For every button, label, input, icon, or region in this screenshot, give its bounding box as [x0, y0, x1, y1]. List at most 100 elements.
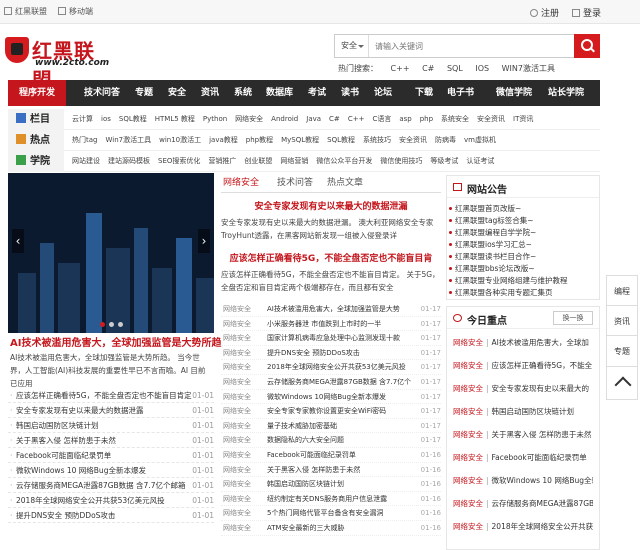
list-item-title[interactable]: 云存储服务商MEGA泄露87GB数据 含7.7亿个邮箱 [10, 478, 185, 492]
focus-item[interactable]: 网络安全 | Facebook可能面临纪录罚单 [453, 452, 593, 463]
login-link[interactable]: 登录 [572, 6, 601, 19]
focus-item-title[interactable]: 关于黑客入侵 怎样防患于未然 [492, 430, 592, 439]
list-item-category[interactable]: 网络安全 [223, 360, 251, 374]
list-item[interactable]: 微软Windows 10 网络Bug全新本爆发 01-01 [8, 463, 214, 478]
list-item[interactable]: 网络安全 量子技术威胁加密基础 01-17 [221, 419, 441, 434]
list-item-category[interactable]: 网络安全 [223, 506, 251, 520]
category-link[interactable]: 云计算 [72, 115, 93, 123]
list-item-title[interactable]: 2018年全球网络安全公开共获53亿美元风投 [267, 360, 406, 374]
focus-item-title[interactable]: 云存储服务商MEGA泄露87GB [492, 499, 593, 508]
side-tool-programming[interactable]: 编程 [606, 275, 638, 309]
focus-item[interactable]: 网络安全 | AI技术被滥用危害大，全球加 [453, 337, 593, 348]
list-item[interactable]: 网络安全 提升DNS安全 预防DDoS攻击 01-17 [221, 346, 441, 361]
list-item[interactable]: 安全专家发现有史以来最大的数据泄露 01-01 [8, 403, 214, 418]
slider-dot[interactable] [117, 322, 123, 327]
focus-item[interactable]: 网络安全 | 云存储服务商MEGA泄露87GB [453, 498, 593, 509]
mobile-link[interactable]: 移动端 [58, 6, 93, 17]
notice-item[interactable]: 红黑联盟各种实用专题汇集页 [449, 287, 553, 298]
list-item[interactable]: 网络安全 安全专家专家教你设置更安全WiFi密码 01-17 [221, 404, 441, 419]
nav-item-system[interactable]: 系统 [234, 80, 252, 106]
list-item-title[interactable]: AI技术被滥用危害大，全球加强监管是大势 [267, 302, 400, 316]
focus-item-category[interactable]: 网络安全 [453, 407, 483, 416]
list-item-category[interactable]: 网络安全 [223, 521, 251, 535]
list-item[interactable]: 关于黑客入侵 怎样防患于未然 01-01 [8, 433, 214, 448]
list-item-title[interactable]: 韩国启动国防区块链计划 [267, 477, 344, 491]
category-link[interactable]: 建站源码模板 [108, 157, 150, 165]
list-item[interactable]: 网络安全 5个热门网络代管平台备含有安全漏洞 01-16 [221, 506, 441, 521]
notice-item[interactable]: 红黑联盟bbs论坛改版~ [449, 263, 535, 274]
slider-dot[interactable] [99, 322, 105, 327]
list-item-category[interactable]: 网络安全 [223, 404, 251, 418]
focus-item-title[interactable]: 安全专家发现有史以来最大的 [492, 384, 590, 393]
list-item-title[interactable]: 量子技术威胁加密基础 [267, 419, 337, 433]
search-button[interactable] [574, 34, 600, 58]
list-item-title[interactable]: 云存储服务商MEGA泄露87GB数据 含7.7亿个 [267, 375, 411, 389]
list-item[interactable]: 网络安全 关于黑客入侵 怎样防患于未然 01-16 [221, 463, 441, 478]
category-link[interactable]: HTML5 教程 [155, 115, 195, 123]
list-item-title[interactable]: Facebook可能面临纪录罚单 [10, 448, 111, 462]
slider-next-button[interactable]: › [198, 229, 210, 253]
category-link[interactable]: MySQL教程 [281, 136, 319, 144]
focus-item-category[interactable]: 网络安全 [453, 453, 483, 462]
list-item-title[interactable]: 微软Windows 10网络Bug全新本爆发 [267, 390, 386, 404]
list-item[interactable]: 网络安全 纽约制定有关DNS服务商用户信息泄露 01-16 [221, 492, 441, 507]
category-link[interactable]: 网络安全 [235, 115, 263, 123]
list-item-title[interactable]: 5个热门网络代管平台备含有安全漏洞 [267, 506, 383, 520]
category-link[interactable]: SEO搜索优化 [158, 157, 200, 165]
focus-item[interactable]: 网络安全 | 微软Windows 10 网络Bug全新 [453, 475, 593, 486]
hot-search-item[interactable]: C++ [391, 64, 410, 73]
side-tool-topics[interactable]: 专题 [606, 335, 638, 369]
category-link[interactable]: php教程 [246, 136, 273, 144]
list-item-category[interactable]: 网络安全 [223, 346, 251, 360]
back-to-top-button[interactable] [606, 366, 638, 400]
list-item-category[interactable]: 网络安全 [223, 375, 251, 389]
category-link[interactable]: asp [399, 115, 411, 123]
list-item[interactable]: 2018年全球网络安全公开共获53亿美元风投 01-01 [8, 493, 214, 508]
list-item-title[interactable]: 微软Windows 10 网络Bug全新本爆发 [10, 463, 146, 477]
list-item-category[interactable]: 网络安全 [223, 433, 251, 447]
list-item[interactable]: 网络安全 韩国启动国防区块链计划 01-16 [221, 477, 441, 492]
category-link[interactable]: SQL教程 [327, 136, 355, 144]
category-link[interactable]: 系统安全 [441, 115, 469, 123]
list-item[interactable]: 韩国启动国防区块链计划 01-01 [8, 418, 214, 433]
category-link[interactable]: Win7激活工具 [105, 136, 151, 144]
home-link[interactable]: 红黑联盟 [4, 6, 47, 17]
nav-item-webmaster[interactable]: 站长学院 [548, 80, 584, 106]
focus-item-category[interactable]: 网络安全 [453, 384, 483, 393]
category-link[interactable]: 认证考试 [466, 157, 494, 165]
nav-item-programming[interactable]: 程序开发 [8, 80, 66, 106]
focus-item-title[interactable]: 应该怎样正确看待5G，不能全 [492, 361, 593, 370]
category-link[interactable]: 热门tag [72, 136, 97, 144]
tab-network-security[interactable]: 网络安全 [223, 175, 259, 188]
focus-item-category[interactable]: 网络安全 [453, 338, 483, 347]
category-link[interactable]: ios [101, 115, 111, 123]
list-item-title[interactable]: 提升DNS安全 预防DDoS攻击 [267, 346, 360, 360]
notice-item[interactable]: 红黑联盟ios学习汇总~ [449, 239, 532, 250]
featured-article-title[interactable]: 应该怎样正确看待5G，不能全盘否定也不能盲目肯 [221, 251, 441, 264]
list-item-category[interactable]: 网络安全 [223, 492, 251, 506]
list-item-title[interactable]: 关于黑客入侵 怎样防患于未然 [267, 463, 360, 477]
list-item[interactable]: 网络安全 国家计算机病毒应急处理中心监测发现十款 01-17 [221, 331, 441, 346]
list-item-title[interactable]: 关于黑客入侵 怎样防患于未然 [10, 433, 116, 447]
list-item-title[interactable]: 小米服务器泄 市值跌到上市时的一半 [267, 317, 381, 331]
hot-search-item[interactable]: C# [422, 64, 434, 73]
slider-title[interactable]: AI技术被滥用危害大，全球加强监管是大势所趋 [10, 334, 221, 349]
focus-item-title[interactable]: Facebook可能面临纪录罚单 [492, 453, 587, 462]
category-link[interactable]: 安全资讯 [399, 136, 427, 144]
list-item-category[interactable]: 网络安全 [223, 331, 251, 345]
list-item-title[interactable]: ATM安全最新的三大威胁 [267, 521, 345, 535]
slider-dot[interactable] [108, 322, 114, 327]
search-input[interactable] [371, 36, 571, 56]
notice-item[interactable]: 红黑联盟专业网络组建与维护教程 [449, 275, 568, 286]
list-item[interactable]: 网络安全 ATM安全最新的三大威胁 01-16 [221, 521, 441, 536]
list-item[interactable]: 网络安全 Facebook可能面临纪录罚单 01-16 [221, 448, 441, 463]
category-link[interactable]: IT资讯 [513, 115, 533, 123]
list-item-title[interactable]: 安全专家发现有史以来最大的数据泄露 [10, 403, 143, 417]
category-link[interactable]: Python [203, 115, 227, 123]
focus-item[interactable]: 网络安全 | 应该怎样正确看待5G，不能全 [453, 360, 593, 371]
list-item-title[interactable]: 提升DNS安全 预防DDoS攻击 [10, 508, 115, 522]
image-slider[interactable]: ‹ › [8, 173, 214, 333]
category-link[interactable]: vm虚拟机 [464, 136, 496, 144]
category-link[interactable]: win10激活工 [159, 136, 201, 144]
list-item[interactable]: 网络安全 小米服务器泄 市值跌到上市时的一半 01-17 [221, 317, 441, 332]
